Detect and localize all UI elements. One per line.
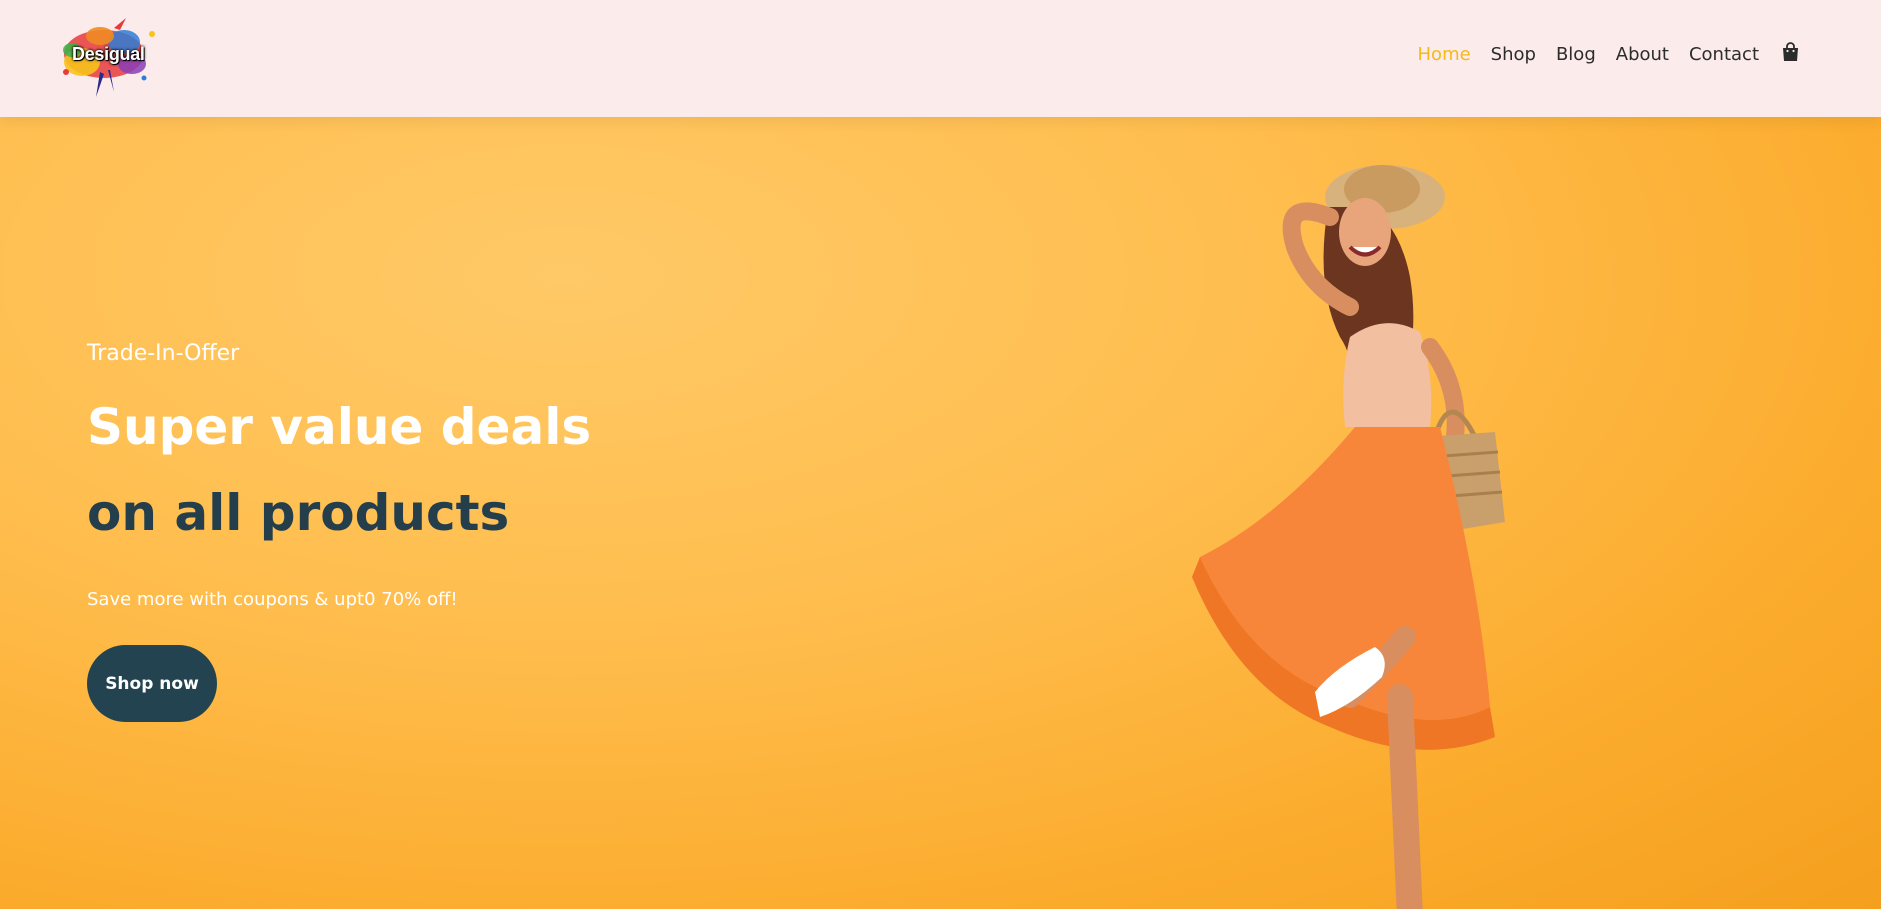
shop-now-button[interactable]: Shop now <box>87 645 217 722</box>
site-header: Desigual Home Shop Blog About Contact <box>0 0 1881 117</box>
logo-wordmark: Desigual <box>72 44 145 64</box>
model-photo <box>1192 165 1505 909</box>
nav-home[interactable]: Home <box>1418 44 1471 65</box>
nav-blog[interactable]: Blog <box>1556 44 1596 65</box>
hero-description: Save more with coupons & upt0 70% off! <box>87 589 458 610</box>
hero-banner: Trade-In-Offer Super value deals on all … <box>0 117 1881 909</box>
hero-headline-line2: on all products <box>87 484 510 542</box>
shopping-bag-icon[interactable] <box>1781 42 1800 62</box>
nav-contact[interactable]: Contact <box>1689 44 1759 65</box>
hero-subtitle: Trade-In-Offer <box>87 341 240 366</box>
hero-headline-line1: Super value deals <box>87 398 592 456</box>
main-nav: Home Shop Blog About Contact <box>1398 36 1800 72</box>
nav-about[interactable]: About <box>1616 44 1669 65</box>
nav-shop[interactable]: Shop <box>1491 44 1536 65</box>
brand-logo[interactable]: Desigual <box>52 12 172 102</box>
